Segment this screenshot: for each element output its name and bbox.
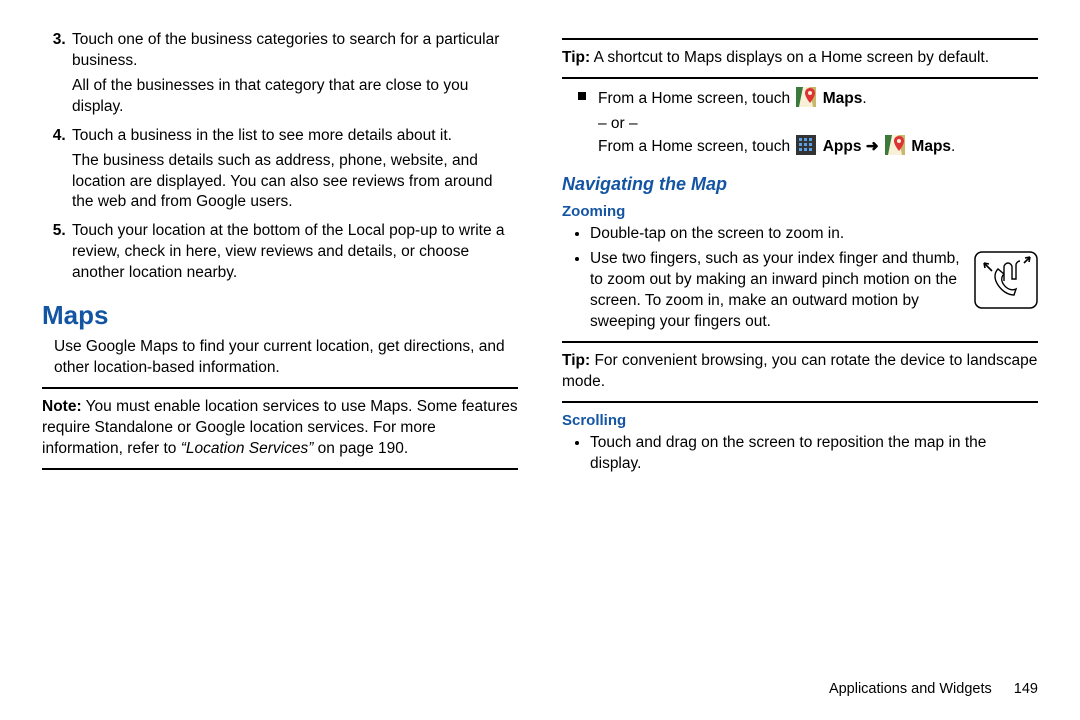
- apps-label: Apps: [823, 138, 862, 155]
- step-3-extra: All of the businesses in that category t…: [72, 76, 518, 118]
- scroll-bullet-1: Touch and drag on the screen to repositi…: [590, 433, 1038, 475]
- note-link: “Location Services”: [181, 440, 314, 457]
- divider: [562, 77, 1038, 79]
- apps-grid-icon: [796, 135, 816, 162]
- scroll-bullets: Touch and drag on the screen to repositi…: [562, 433, 1038, 475]
- zoom-bullets: Double-tap on the screen to zoom in.: [562, 224, 1038, 333]
- maps-heading: Maps: [42, 298, 518, 333]
- zoom-bullet-2: Use two fingers, such as your index fing…: [590, 249, 1038, 333]
- maps-icon: [885, 135, 905, 162]
- tip-2-body: For convenient browsing, you can rotate …: [562, 352, 1037, 390]
- navigating-heading: Navigating the Map: [562, 172, 1038, 196]
- scrolling-heading: Scrolling: [562, 411, 1038, 431]
- zoom-bullet-1: Double-tap on the screen to zoom in.: [590, 224, 1038, 245]
- arrow: ➜: [861, 138, 883, 155]
- tip-label: Tip:: [562, 352, 590, 369]
- from-apps-pre: From a Home screen, touch: [598, 138, 794, 155]
- divider: [42, 468, 518, 470]
- zoom-bullet-2-text: Use two fingers, such as your index fing…: [590, 250, 960, 330]
- note-block: Note: You must enable location services …: [42, 397, 518, 460]
- manual-page: Touch one of the business categories to …: [0, 0, 1080, 720]
- page-footer: Applications and Widgets 149: [42, 672, 1038, 700]
- divider: [562, 401, 1038, 403]
- launch-from-home: From a Home screen, touch Maps. – or –: [582, 87, 1038, 162]
- step-4-main: Touch a business in the list to see more…: [72, 127, 452, 144]
- tip-1: Tip: A shortcut to Maps displays on a Ho…: [562, 48, 1038, 69]
- tip-2: Tip: For convenient browsing, you can ro…: [562, 351, 1038, 393]
- left-column: Touch one of the business categories to …: [42, 30, 518, 672]
- footer-page-number: 149: [1014, 681, 1038, 697]
- note-label: Note:: [42, 398, 82, 415]
- maps-label: Maps: [823, 90, 863, 107]
- zooming-heading: Zooming: [562, 202, 1038, 222]
- divider: [562, 341, 1038, 343]
- step-4: Touch a business in the list to see more…: [70, 126, 518, 214]
- or-text: – or –: [598, 114, 1038, 135]
- steps-list: Touch one of the business categories to …: [42, 30, 518, 284]
- pinch-gesture-icon: [974, 251, 1038, 316]
- step-3: Touch one of the business categories to …: [70, 30, 518, 118]
- divider: [562, 38, 1038, 40]
- step-5-main: Touch your location at the bottom of the…: [72, 222, 505, 281]
- maps-icon: [796, 87, 816, 114]
- note-tail: on page 190.: [313, 440, 408, 457]
- divider: [42, 387, 518, 389]
- tip-1-body: A shortcut to Maps displays on a Home sc…: [594, 49, 989, 66]
- step-5: Touch your location at the bottom of the…: [70, 221, 518, 284]
- tip-label: Tip:: [562, 49, 590, 66]
- step-3-main: Touch one of the business categories to …: [72, 31, 499, 69]
- two-column-layout: Touch one of the business categories to …: [42, 30, 1038, 672]
- maps-label-2: Maps: [911, 138, 951, 155]
- launch-from-apps: From a Home screen, touch: [598, 135, 1038, 162]
- footer-section: Applications and Widgets: [829, 681, 992, 697]
- right-column: Tip: A shortcut to Maps displays on a Ho…: [562, 30, 1038, 672]
- step-4-extra: The business details such as address, ph…: [72, 151, 518, 214]
- launch-steps: From a Home screen, touch Maps. – or –: [562, 87, 1038, 162]
- maps-intro: Use Google Maps to find your current loc…: [54, 337, 518, 379]
- from-home-pre: From a Home screen, touch: [598, 90, 794, 107]
